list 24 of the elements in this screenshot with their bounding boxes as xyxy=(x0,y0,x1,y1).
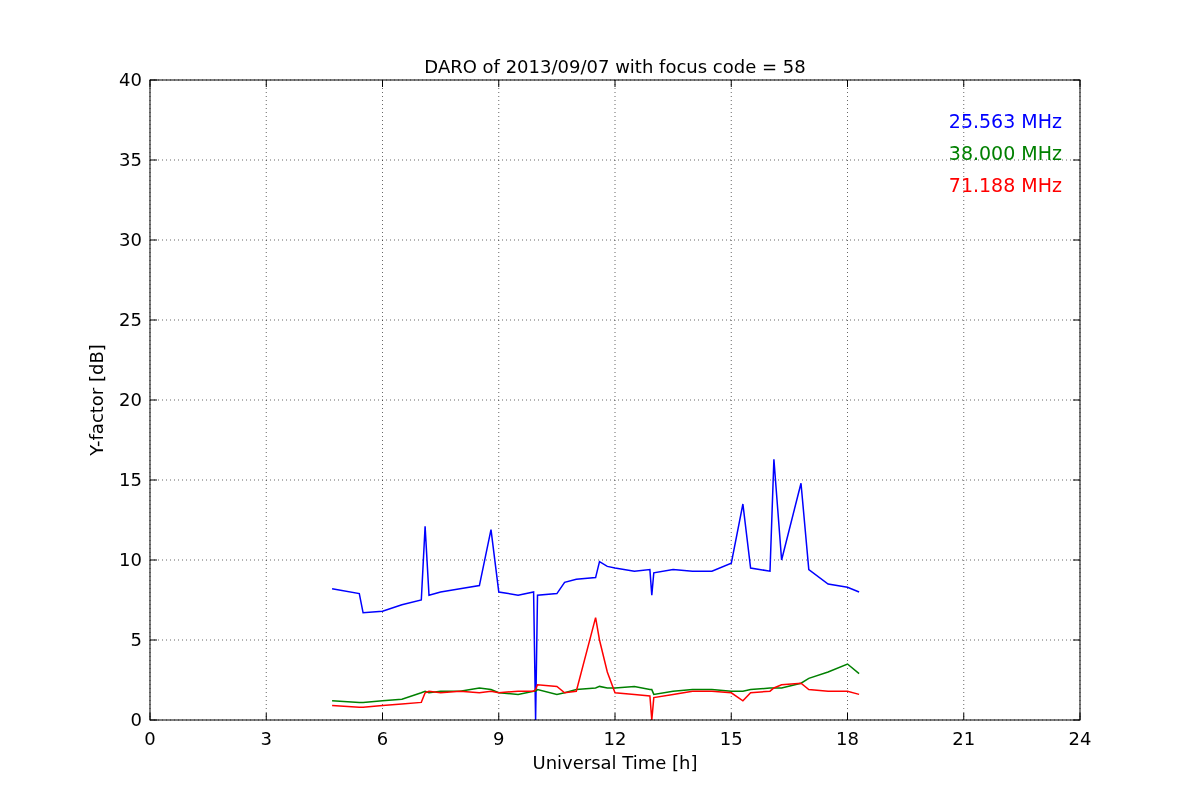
tick-label: 15 xyxy=(119,469,142,490)
y-axis-label: Y-factor [dB] xyxy=(86,344,107,456)
x-axis-label: Universal Time [h] xyxy=(532,752,698,773)
legend-label: 71.188 MHz xyxy=(948,174,1062,196)
tick-label: 0 xyxy=(144,728,156,749)
tick-label: 0 xyxy=(130,709,142,730)
legend-label: 38.000 MHz xyxy=(948,142,1062,164)
tick-label: 18 xyxy=(836,728,859,749)
tick-label: 12 xyxy=(603,728,627,749)
tick-label: 10 xyxy=(119,549,142,570)
legend-label: 25.563 MHz xyxy=(948,110,1062,132)
tick-label: 40 xyxy=(119,69,142,90)
tick-label: 24 xyxy=(1068,728,1092,749)
tick-label: 9 xyxy=(493,728,505,749)
tick-label: 21 xyxy=(952,728,976,749)
tick-label: 20 xyxy=(119,389,142,410)
tick-label: 3 xyxy=(260,728,272,749)
tick-label: 30 xyxy=(119,229,142,250)
tick-label: 15 xyxy=(719,728,743,749)
chart-title: DARO of 2013/09/07 with focus code = 58 xyxy=(424,56,806,77)
tick-label: 25 xyxy=(119,309,142,330)
tick-label: 35 xyxy=(119,149,142,170)
tick-label: 6 xyxy=(376,728,389,749)
tick-label: 5 xyxy=(130,629,142,650)
